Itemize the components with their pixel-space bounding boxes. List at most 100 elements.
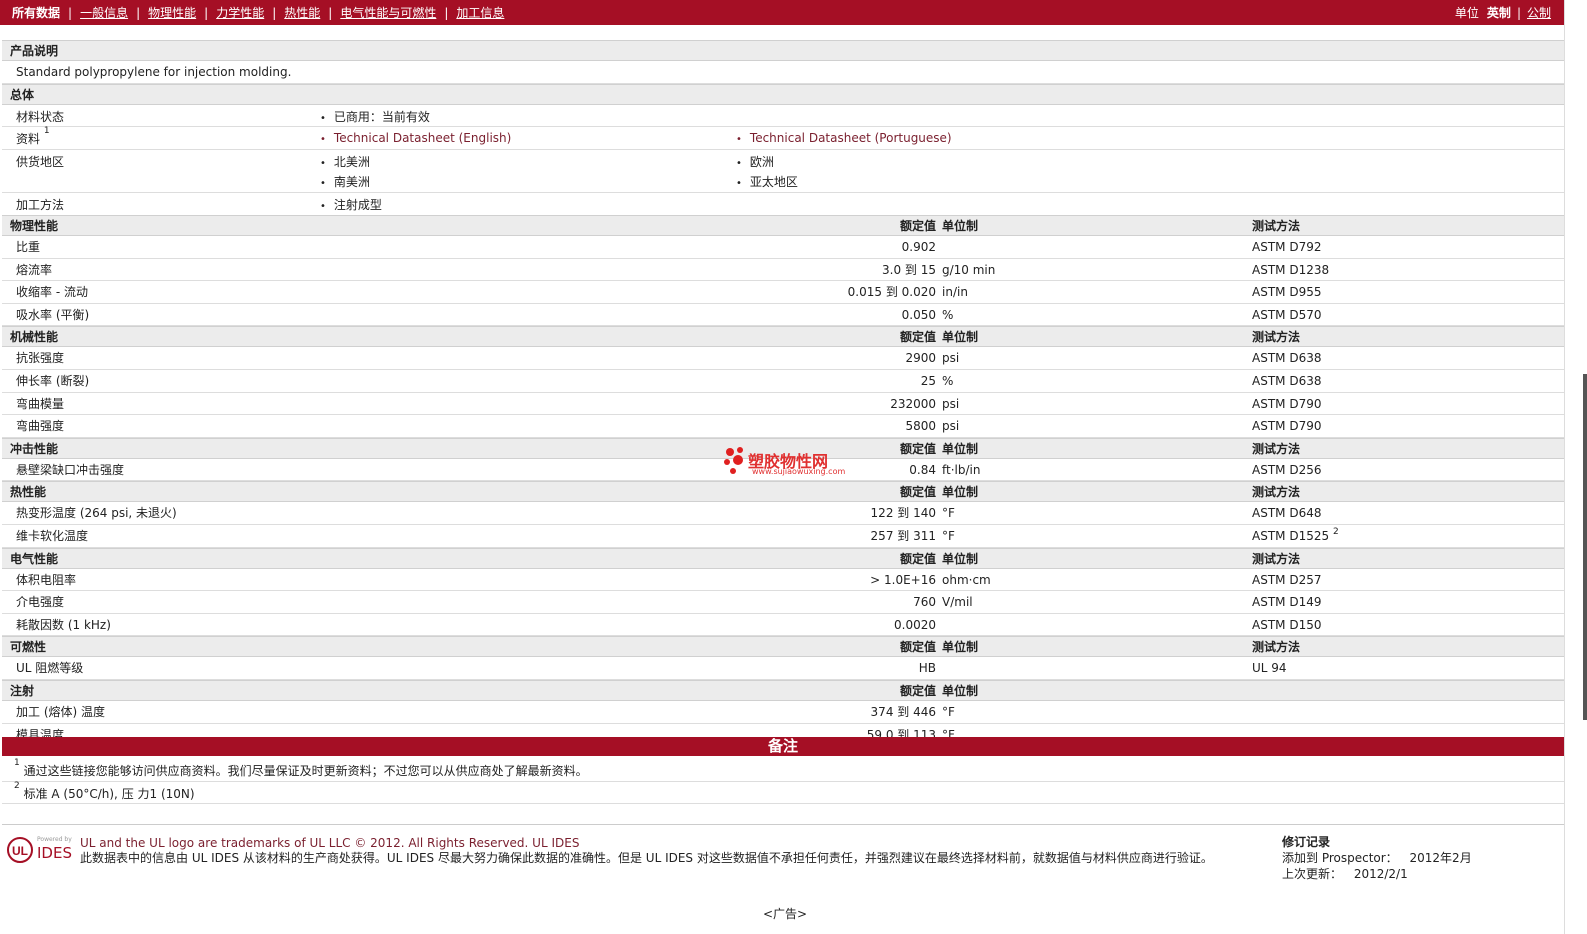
property-label: 体积电阻率 <box>16 572 77 587</box>
footnote-ref: 2 <box>1332 526 1339 537</box>
column-header-test: 测试方法 <box>1252 330 1301 345</box>
section-header: 机械性能 额定值 单位制 测试方法 <box>2 326 1564 348</box>
property-value: 3.0 到 15 <box>882 262 936 277</box>
notes-header: 备注 <box>2 737 1564 756</box>
footnote-text: 通过这些链接您能够访问供应商资料。我们尽量保证及时更新资料；不过您可以从供应商处… <box>23 764 588 778</box>
property-unit: % <box>942 307 954 322</box>
metric-unit-link[interactable]: 公制 <box>1527 4 1551 21</box>
section-header-general: 总体 <box>2 84 1564 105</box>
row-label: 加工方法 <box>16 198 65 212</box>
section-title: 总体 <box>10 88 35 102</box>
test-method-text: UL 94 <box>1252 661 1287 676</box>
top-nav-bar: 所有数据 | 一般信息 | 物理性能 | 力学性能 | 热性能 | 电气性能与可燃性 | 加工信息 单位… <box>0 0 1565 25</box>
footnote-number: 2 <box>14 781 20 791</box>
datasheet-portuguese-link[interactable]: Technical Datasheet (Portuguese) <box>736 131 952 145</box>
property-row: 维卡软化温度 257 到 311 °F ASTM D1525 2 <box>2 525 1564 548</box>
test-method-text: ASTM D790 <box>1252 419 1322 434</box>
column-header-value: 额定值 <box>899 219 936 233</box>
property-row: 伸长率 (断裂) 25% ASTM D638 <box>2 370 1564 393</box>
test-method-text: ASTM D638 <box>1252 351 1322 366</box>
row-material-status: 材料状态 已商用：当前有效 <box>2 105 1564 127</box>
nav-item[interactable]: 电气性能与可燃性 <box>340 4 436 21</box>
property-unit: V/mil <box>942 595 973 610</box>
test-method: ASTM D1238 <box>1252 259 1329 281</box>
row-label: 材料状态 <box>16 110 65 124</box>
nav-item[interactable]: 物理性能 <box>148 4 196 21</box>
column-header-unit: 单位制 <box>942 683 979 698</box>
section-header: 热性能 额定值 单位制 测试方法 <box>2 481 1564 503</box>
property-unit: psi <box>942 351 960 366</box>
section-title: 冲击性能 <box>10 441 59 456</box>
property-unit: °F <box>942 506 955 521</box>
scrollbar-thumb[interactable] <box>1583 374 1587 720</box>
watermark-url: www.sujiaowuxing.com <box>752 467 846 476</box>
column-header-unit: 单位制 <box>942 485 979 500</box>
property-value: 0.84 <box>909 462 936 477</box>
property-value: 2900 <box>905 351 936 366</box>
nav-separator: | <box>68 5 73 20</box>
revision-title: 修订记录 <box>1282 835 1331 849</box>
updated-value: 2012/2/1 <box>1353 867 1408 881</box>
column-header-value: 额定值 <box>899 551 936 566</box>
datasheet-table: 产品说明 Standard polypropylene for injectio… <box>2 38 1564 747</box>
column-header-unit: 单位制 <box>942 441 979 456</box>
unit-switcher: 单位 英制 | 公制 <box>1455 4 1565 21</box>
property-label: 热变形温度 (264 psi, 未退火) <box>16 506 177 521</box>
column-header-value: 额定值 <box>899 441 936 456</box>
docs-label: 资料 <box>16 132 41 146</box>
property-row: 收缩率 - 流动 0.015 到 0.020 in/in ASTM D955 <box>2 281 1564 304</box>
region-item: 南美洲 <box>320 173 370 190</box>
section-title: 机械性能 <box>10 330 59 345</box>
footnote-number: 1 <box>14 758 20 768</box>
test-method: ASTM D955 <box>1252 281 1321 303</box>
added-value: 2012年2月 <box>1409 851 1472 865</box>
property-label: 介电强度 <box>16 595 65 610</box>
property-unit: psi <box>942 419 960 434</box>
property-label: 耗散因数 (1 kHz) <box>16 617 111 632</box>
section-header: 可燃性 额定值 单位制 测试方法 <box>2 636 1564 658</box>
nav-item[interactable]: 加工信息 <box>456 4 504 21</box>
ul-logo-icon: UL <box>7 837 33 863</box>
region-item: 亚太地区 <box>736 173 798 190</box>
region-item: 北美洲 <box>320 153 370 170</box>
property-row: 弯曲强度 5800 psi ASTM D790 <box>2 415 1564 438</box>
nav-item[interactable]: 热性能 <box>284 4 320 21</box>
test-method: ASTM D256 <box>1252 459 1321 481</box>
property-label: 伸长率 (断裂) <box>16 373 90 388</box>
property-sections: 物理性能 额定值 单位制 测试方法 比重 0.902 ASTM D792 熔流率 3.0 到 1… <box>2 215 1564 747</box>
product-description: Standard polypropylene for injection mol… <box>2 61 1564 84</box>
test-method-text: ASTM D792 <box>1252 240 1322 254</box>
test-method-text: ASTM D648 <box>1252 506 1322 521</box>
datasheet-english-link[interactable]: Technical Datasheet (English) <box>320 131 511 145</box>
section-header: 电气性能 额定值 单位制 测试方法 <box>2 547 1564 569</box>
column-header-unit: 单位制 <box>942 330 979 345</box>
test-method: UL 94 <box>1252 657 1287 679</box>
property-unit: psi <box>942 396 960 411</box>
scrollbar[interactable] <box>1564 0 1587 934</box>
property-unit: ft·lb/in <box>942 462 981 477</box>
property-value: 760 <box>913 595 936 610</box>
property-label: 弯曲模量 <box>16 396 65 411</box>
test-method-text: ASTM D638 <box>1252 373 1322 388</box>
column-header-test: 测试方法 <box>1252 551 1301 566</box>
column-header-value: 额定值 <box>899 485 936 500</box>
section-header: 物理性能 额定值 单位制 测试方法 <box>2 215 1564 236</box>
footnote-text: 标准 A (50°C/h), 压 力1 (10N) <box>23 787 195 801</box>
nav-item[interactable]: 所有数据 <box>12 4 60 21</box>
column-header-unit: 单位制 <box>942 640 979 655</box>
property-row: 介电强度 760 V/mil ASTM D149 <box>2 591 1564 614</box>
nav-separator: | <box>272 5 277 20</box>
test-method: ASTM D790 <box>1252 415 1321 437</box>
nav-item[interactable]: 一般信息 <box>80 4 128 21</box>
updated-label: 上次更新： <box>1282 867 1343 881</box>
imperial-unit-option[interactable]: 英制 <box>1487 4 1511 21</box>
property-row: 弯曲模量 232000 psi ASTM D790 <box>2 393 1564 416</box>
column-header-test: 测试方法 <box>1252 485 1301 500</box>
test-method-text: ASTM D150 <box>1252 617 1322 632</box>
disclaimer-text: 此数据表中的信息由 UL IDES 从该材料的生产商处获得。UL IDES 尽最… <box>80 851 1213 865</box>
test-method: ASTM D149 <box>1252 591 1321 613</box>
property-row: 耗散因数 (1 kHz) 0.0020 ASTM D150 <box>2 614 1564 637</box>
property-unit: g/10 min <box>942 262 996 277</box>
nav-item[interactable]: 力学性能 <box>216 4 264 21</box>
test-method-text: ASTM D256 <box>1252 462 1322 477</box>
